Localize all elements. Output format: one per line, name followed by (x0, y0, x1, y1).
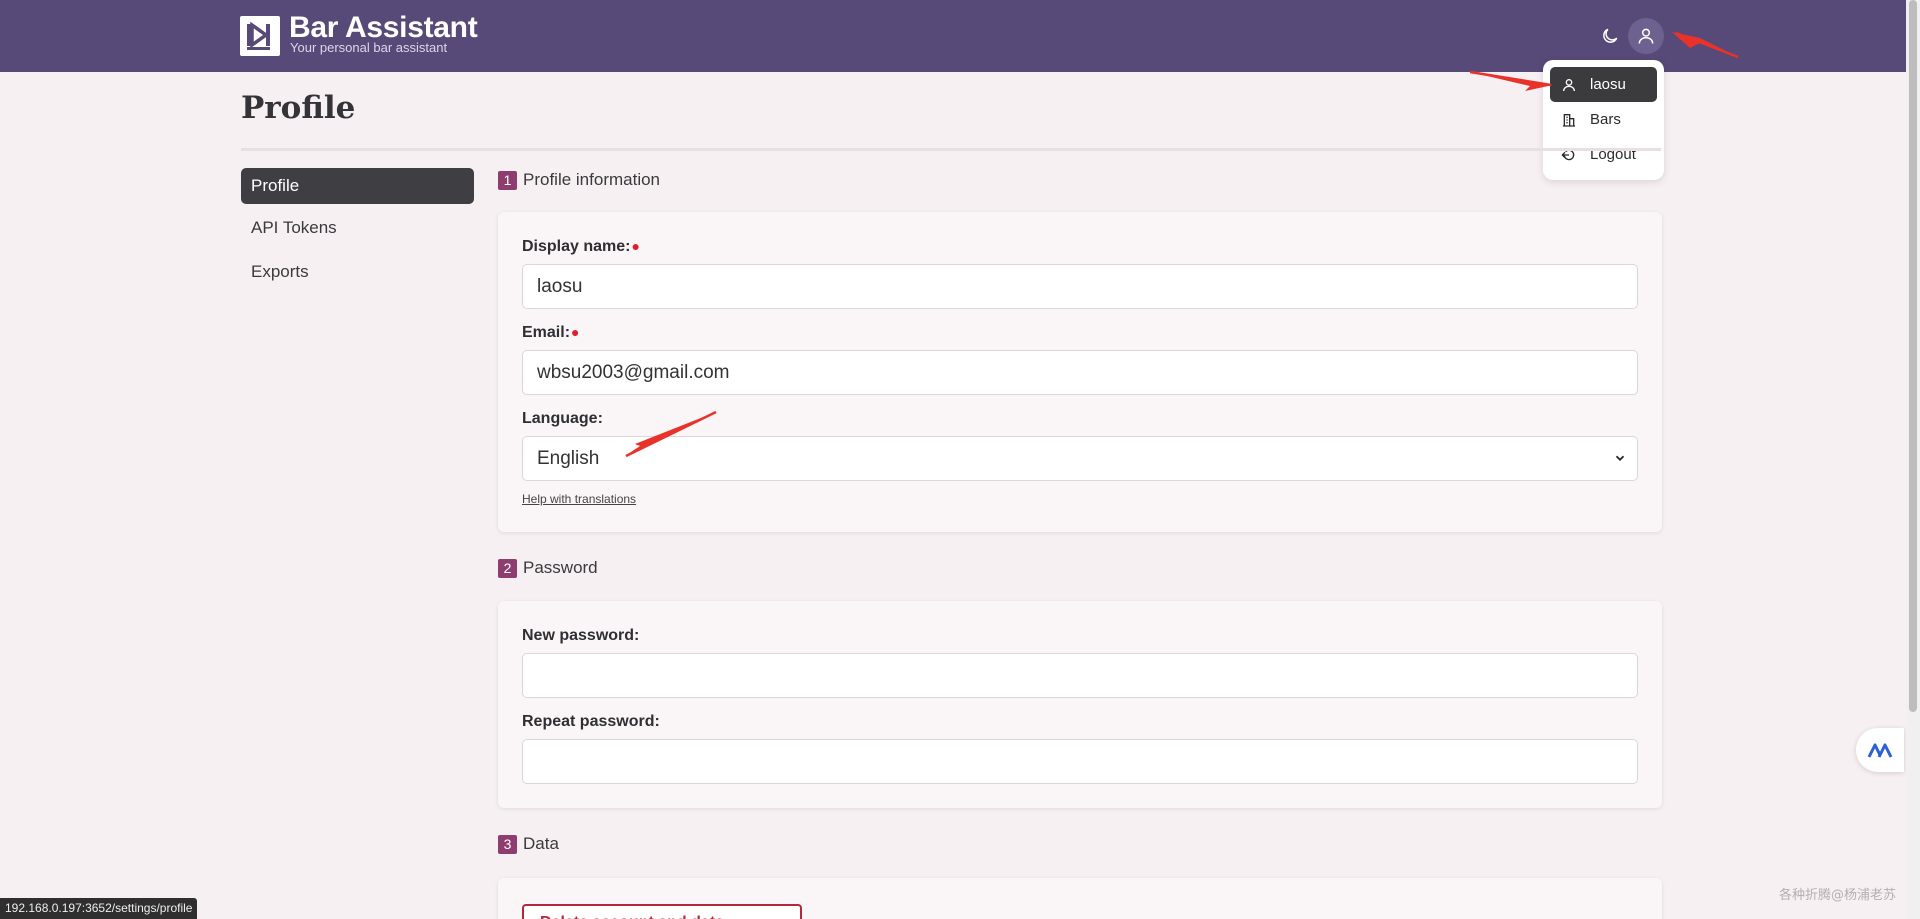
data-card: Delete account and data (498, 878, 1662, 919)
status-bar-url: 192.168.0.197:3652/settings/profile (0, 898, 198, 919)
menu-item-logout[interactable]: Logout (1550, 137, 1657, 172)
menu-item-profile[interactable]: laosu (1550, 67, 1657, 102)
display-name-label: Display name:● (522, 238, 640, 256)
delete-account-button[interactable]: Delete account and data (522, 904, 802, 919)
email-label-text: Email: (522, 324, 571, 341)
chevron-down-icon (1615, 455, 1625, 461)
language-label: Language: (522, 410, 603, 427)
required-indicator: ● (631, 238, 640, 254)
section-title: Profile information (523, 170, 661, 189)
user-menu-button[interactable] (1628, 18, 1664, 54)
repeat-password-input[interactable] (522, 739, 1638, 784)
display-name-input[interactable]: laosu (522, 264, 1638, 309)
display-name-label-text: Display name: (522, 238, 631, 255)
menu-item-label: laosu (1590, 76, 1626, 93)
section-number: 3 (498, 834, 517, 854)
sidenav-item-profile[interactable]: Profile (241, 168, 474, 204)
floating-assistant-button[interactable] (1856, 728, 1904, 772)
sidenav-item-api-tokens[interactable]: API Tokens (241, 210, 474, 246)
repeat-password-label: Repeat password: (522, 713, 660, 730)
section-number: 2 (498, 558, 517, 578)
password-card: New password: Repeat password: (498, 601, 1662, 808)
page-title: Profile (241, 90, 356, 126)
brand-tagline: Your personal bar assistant (290, 40, 448, 55)
email-label: Email:● (522, 324, 579, 342)
required-indicator: ● (571, 324, 580, 340)
profile-card: Display name:● laosu Email:● wbsu2003@gm… (498, 212, 1662, 532)
sidenav-item-exports[interactable]: Exports (241, 254, 474, 290)
help-translations-link[interactable]: Help with translations (522, 492, 636, 506)
user-dropdown-menu: laosu Bars Logout (1543, 60, 1664, 180)
menu-item-bars[interactable]: Bars (1550, 102, 1657, 137)
assistant-logo-icon (1867, 743, 1893, 758)
logo-icon[interactable] (240, 16, 280, 56)
section-title: Data (523, 834, 559, 853)
new-password-label: New password: (522, 627, 640, 644)
divider (241, 148, 1661, 151)
building-icon (1560, 111, 1578, 129)
section-header-profile: 1 Profile information (498, 170, 660, 190)
language-selected-value: English (537, 447, 600, 469)
watermark: 各种折腾@杨浦老苏 (1779, 888, 1897, 903)
language-select[interactable]: English (522, 436, 1638, 481)
sidenav-item-label: Exports (251, 262, 309, 281)
section-header-password: 2 Password (498, 558, 598, 578)
section-number: 1 (498, 170, 517, 190)
email-input[interactable]: wbsu2003@gmail.com (522, 350, 1638, 395)
section-title: Password (523, 558, 598, 577)
user-icon (1560, 76, 1578, 94)
new-password-input[interactable] (522, 653, 1638, 698)
sidenav-item-label: Profile (251, 176, 300, 195)
sidenav-item-label: API Tokens (251, 218, 337, 237)
theme-toggle-moon-icon[interactable] (1598, 24, 1622, 48)
menu-item-label: Bars (1590, 111, 1621, 128)
user-icon (1638, 28, 1654, 44)
section-header-data: 3 Data (498, 834, 559, 854)
scrollbar-thumb[interactable] (1909, 0, 1917, 712)
